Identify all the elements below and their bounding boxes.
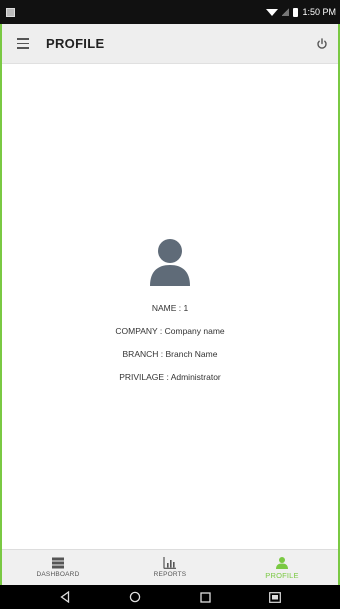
nav-item-profile[interactable]: PROFILE (232, 550, 332, 580)
system-nav-bar (0, 585, 340, 609)
profile-branch: BRANCH : Branch Name (122, 349, 218, 359)
menu-icon[interactable] (2, 24, 42, 64)
wifi-icon (266, 8, 279, 16)
app-bar: PROFILE (2, 24, 338, 64)
status-time: 1:50 PM (302, 7, 336, 17)
nav-item-dashboard[interactable]: DASHBOARD (8, 550, 108, 578)
screenshot-icon[interactable] (268, 590, 282, 604)
recents-icon[interactable] (198, 590, 212, 604)
reports-icon (163, 557, 176, 569)
profile-name: NAME : 1 (151, 303, 189, 313)
nav-label-profile: PROFILE (265, 571, 299, 580)
dashboard-icon (52, 557, 64, 569)
power-icon[interactable] (312, 34, 332, 54)
status-left (6, 7, 15, 17)
nav-label-reports: REPORTS (153, 571, 187, 578)
nav-item-reports[interactable]: REPORTS (120, 550, 220, 578)
back-icon[interactable] (58, 590, 72, 604)
profile-privilege: PRIVILAGE : Administrator (119, 372, 221, 382)
battery-icon (293, 7, 299, 17)
person-icon (276, 557, 288, 569)
page-title: PROFILE (46, 36, 105, 51)
notification-icon (6, 7, 15, 17)
profile-company: COMPANY : Company name (115, 326, 225, 336)
avatar (150, 239, 190, 286)
signal-icon (282, 8, 290, 16)
home-icon[interactable] (128, 590, 142, 604)
nav-label-dashboard: DASHBOARD (36, 571, 80, 578)
profile-card: NAME : 1 COMPANY : Company name BRANCH :… (0, 238, 340, 395)
bottom-nav: DASHBOARD REPORTS PROFILE (2, 549, 338, 585)
status-right: 1:50 PM (266, 7, 336, 17)
status-bar: 1:50 PM (0, 0, 340, 24)
